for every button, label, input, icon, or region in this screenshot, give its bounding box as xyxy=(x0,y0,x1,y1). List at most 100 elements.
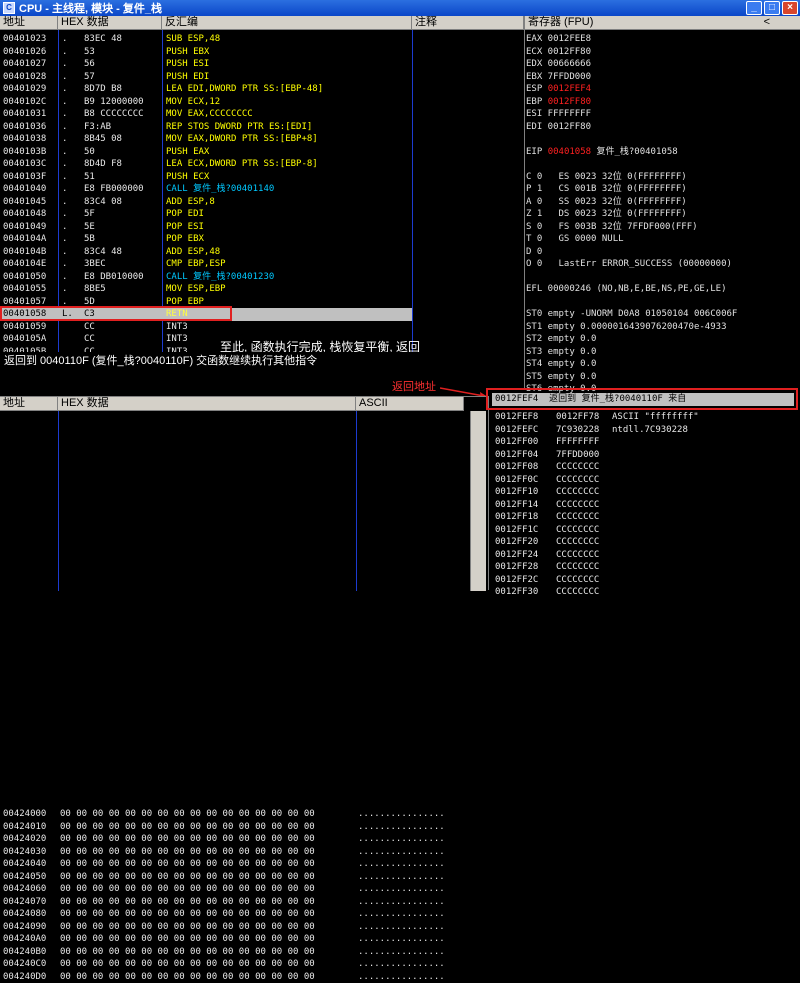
disasm-row[interactable]: 0040103F.51PUSH ECX xyxy=(0,171,412,184)
registers-arrow-left[interactable]: < xyxy=(764,16,770,29)
disasm-row[interactable]: 00401029.8D7D B8LEA EDI,DWORD PTR SS:[EB… xyxy=(0,83,412,96)
dump-col-ascii[interactable]: ASCII xyxy=(356,397,464,411)
registers-header[interactable]: 寄存器 (FPU) < xyxy=(525,16,800,30)
disasm-instruction: POP ESI xyxy=(166,221,204,234)
dump-col-hex[interactable]: HEX 数据 xyxy=(58,397,356,411)
disasm-row[interactable]: 00401049.5EPOP ESI xyxy=(0,221,412,234)
register-line[interactable]: S 0 FS 003B 32位 7FFDF000(FFF) xyxy=(526,221,698,234)
col-header-disasm[interactable]: 反汇编 xyxy=(162,16,412,30)
dump-row[interactable]: 0042404000 00 00 00 00 00 00 00 00 00 00… xyxy=(0,858,470,871)
disasm-hex: B9 12000000 xyxy=(84,96,144,109)
stack-selected-row[interactable]: 0012FEF4 返回到 复件_栈?0040110F 来自 xyxy=(492,393,794,406)
col-header-hex[interactable]: HEX 数据 xyxy=(58,16,162,30)
stack-address: 0012FEF8 xyxy=(495,411,538,424)
dump-row[interactable]: 0042400000 00 00 00 00 00 00 00 00 00 00… xyxy=(0,808,470,821)
stack-row[interactable]: 0012FF14CCCCCCCC xyxy=(492,499,792,512)
disasm-marker: . xyxy=(62,233,67,246)
register-line[interactable]: ST2 empty 0.0 xyxy=(526,333,596,346)
dump-row[interactable]: 0042409000 00 00 00 00 00 00 00 00 00 00… xyxy=(0,921,470,934)
register-line[interactable]: ST0 empty -UNORM D0A8 01050104 006C006F xyxy=(526,308,737,321)
register-line[interactable]: ST5 empty 0.0 xyxy=(526,371,596,384)
register-line[interactable]: C 0 ES 0023 32位 0(FFFFFFFF) xyxy=(526,171,687,184)
disasm-row[interactable]: 00401050.E8 DB010000CALL 复件_栈?00401230 xyxy=(0,271,412,284)
disassembly-pane[interactable]: 地址 HEX 数据 反汇编 注释 00401023.83EC 48SUB ESP… xyxy=(0,16,524,352)
disasm-marker: . xyxy=(62,183,67,196)
disasm-address: 00401055 xyxy=(3,283,46,296)
disasm-row[interactable]: 00401040.E8 FB000000CALL 复件_栈?00401140 xyxy=(0,183,412,196)
minimize-button[interactable]: _ xyxy=(746,1,762,15)
stack-row[interactable]: 0012FF24CCCCCCCC xyxy=(492,549,792,562)
stack-row[interactable]: 0012FF30CCCCCCCC xyxy=(492,586,792,599)
register-line[interactable]: EBP 0012FF80 xyxy=(526,96,591,109)
stack-row[interactable]: 0012FF20CCCCCCCC xyxy=(492,536,792,549)
stack-row[interactable]: 0012FF00FFFFFFFF xyxy=(492,436,792,449)
register-line[interactable]: ST1 empty 0.0000016439076200470e-4933 xyxy=(526,321,726,334)
stack-row[interactable]: 0012FF28CCCCCCCC xyxy=(492,561,792,574)
register-line[interactable]: A 0 SS 0023 32位 0(FFFFFFFF) xyxy=(526,196,687,209)
memory-dump-pane[interactable]: 地址 HEX 数据 ASCII 0042400000 00 00 00 00 0… xyxy=(0,396,486,590)
disasm-row[interactable]: 00401038.8B45 08MOV EAX,DWORD PTR SS:[EB… xyxy=(0,133,412,146)
maximize-button[interactable]: □ xyxy=(764,1,780,15)
register-line[interactable]: EFL 00000246 (NO,NB,E,BE,NS,PE,GE,LE) xyxy=(526,283,726,296)
register-line[interactable]: P 1 CS 001B 32位 0(FFFFFFFF) xyxy=(526,183,687,196)
dump-col-address[interactable]: 地址 xyxy=(0,397,58,411)
disasm-row[interactable]: 00401045.83C4 08ADD ESP,8 xyxy=(0,196,412,209)
dump-row[interactable]: 0042403000 00 00 00 00 00 00 00 00 00 00… xyxy=(0,846,470,859)
dump-row[interactable]: 004240B000 00 00 00 00 00 00 00 00 00 00… xyxy=(0,946,470,959)
disasm-hex: CC xyxy=(84,321,95,334)
register-line[interactable]: EDX 00666666 xyxy=(526,58,591,71)
col-header-comment[interactable]: 注释 xyxy=(412,16,524,30)
register-line[interactable]: ECX 0012FF80 xyxy=(526,46,591,59)
dump-row[interactable]: 004240D000 00 00 00 00 00 00 00 00 00 00… xyxy=(0,971,470,983)
stack-row[interactable]: 0012FF1CCCCCCCCC xyxy=(492,524,792,537)
register-line[interactable]: T 0 GS 0000 NULL xyxy=(526,233,624,246)
disasm-row[interactable]: 0040102C.B9 12000000MOV ECX,12 xyxy=(0,96,412,109)
register-line[interactable]: Z 1 DS 0023 32位 0(FFFFFFFF) xyxy=(526,208,687,221)
disasm-row[interactable]: 00401026.53PUSH EBX xyxy=(0,46,412,59)
disasm-row[interactable]: 0040103B.50PUSH EAX xyxy=(0,146,412,159)
dump-row[interactable]: 0042406000 00 00 00 00 00 00 00 00 00 00… xyxy=(0,883,470,896)
dump-row[interactable]: 0042401000 00 00 00 00 00 00 00 00 00 00… xyxy=(0,821,470,834)
dump-row[interactable]: 0042408000 00 00 00 00 00 00 00 00 00 00… xyxy=(0,908,470,921)
register-line[interactable]: ESI FFFFFFFF xyxy=(526,108,591,121)
disasm-hex: 8B45 08 xyxy=(84,133,122,146)
register-line[interactable]: EBX 7FFDD000 xyxy=(526,71,591,84)
disasm-row[interactable]: 0040104E.3BECCMP EBP,ESP xyxy=(0,258,412,271)
stack-row[interactable]: 0012FF08CCCCCCCC xyxy=(492,461,792,474)
register-line[interactable]: ESP 0012FEF4 xyxy=(526,83,591,96)
stack-row[interactable]: 0012FF0CCCCCCCCC xyxy=(492,474,792,487)
registers-title: 寄存器 (FPU) xyxy=(528,16,593,28)
register-line[interactable]: EAX 0012FEE8 xyxy=(526,33,591,46)
disasm-row[interactable]: 00401059CCINT3 xyxy=(0,321,412,334)
register-line[interactable]: D 0 xyxy=(526,246,542,259)
register-line[interactable]: EDI 0012FF80 xyxy=(526,121,591,134)
dump-row[interactable]: 004240C000 00 00 00 00 00 00 00 00 00 00… xyxy=(0,958,470,971)
stack-row[interactable]: 0012FF2CCCCCCCCC xyxy=(492,574,792,587)
dump-row[interactable]: 0042402000 00 00 00 00 00 00 00 00 00 00… xyxy=(0,833,470,846)
disasm-row[interactable]: 00401027.56PUSH ESI xyxy=(0,58,412,71)
stack-row[interactable]: 0012FEFC7C930228ntdll.7C930228 xyxy=(492,424,792,437)
disasm-row[interactable]: 00401036.F3:ABREP STOS DWORD PTR ES:[EDI… xyxy=(0,121,412,134)
disasm-row[interactable]: 00401023.83EC 48SUB ESP,48 xyxy=(0,33,412,46)
disasm-row[interactable]: 00401055.8BE5MOV ESP,EBP xyxy=(0,283,412,296)
disasm-row[interactable]: 00401028.57PUSH EDI xyxy=(0,71,412,84)
stack-row[interactable]: 0012FEF80012FF78ASCII "ffffffff" xyxy=(492,411,792,424)
dump-row[interactable]: 0042405000 00 00 00 00 00 00 00 00 00 00… xyxy=(0,871,470,884)
disasm-row[interactable]: 00401031.B8 CCCCCCCCMOV EAX,CCCCCCCC xyxy=(0,108,412,121)
stack-row[interactable]: 0012FF10CCCCCCCC xyxy=(492,486,792,499)
dump-row[interactable]: 0042407000 00 00 00 00 00 00 00 00 00 00… xyxy=(0,896,470,909)
disasm-row[interactable]: 0040104A.5BPOP EBX xyxy=(0,233,412,246)
disasm-row[interactable]: 0040104B.83C4 48ADD ESP,48 xyxy=(0,246,412,259)
dump-scrollbar[interactable] xyxy=(470,411,486,591)
close-button[interactable]: × xyxy=(782,1,798,15)
disasm-row[interactable]: 00401048.5FPOP EDI xyxy=(0,208,412,221)
stack-row[interactable]: 0012FF18CCCCCCCC xyxy=(492,511,792,524)
register-line[interactable]: EIP 00401058 复件_栈?00401058 xyxy=(526,146,678,159)
register-line[interactable]: ST3 empty 0.0 xyxy=(526,346,596,359)
stack-row[interactable]: 0012FF047FFDD000 xyxy=(492,449,792,462)
disasm-row[interactable]: 0040103C.8D4D F8LEA ECX,DWORD PTR SS:[EB… xyxy=(0,158,412,171)
dump-row[interactable]: 004240A000 00 00 00 00 00 00 00 00 00 00… xyxy=(0,933,470,946)
register-line[interactable]: ST4 empty 0.0 xyxy=(526,358,596,371)
register-line[interactable]: O 0 LastErr ERROR_SUCCESS (00000000) xyxy=(526,258,732,271)
col-header-address[interactable]: 地址 xyxy=(0,16,58,30)
